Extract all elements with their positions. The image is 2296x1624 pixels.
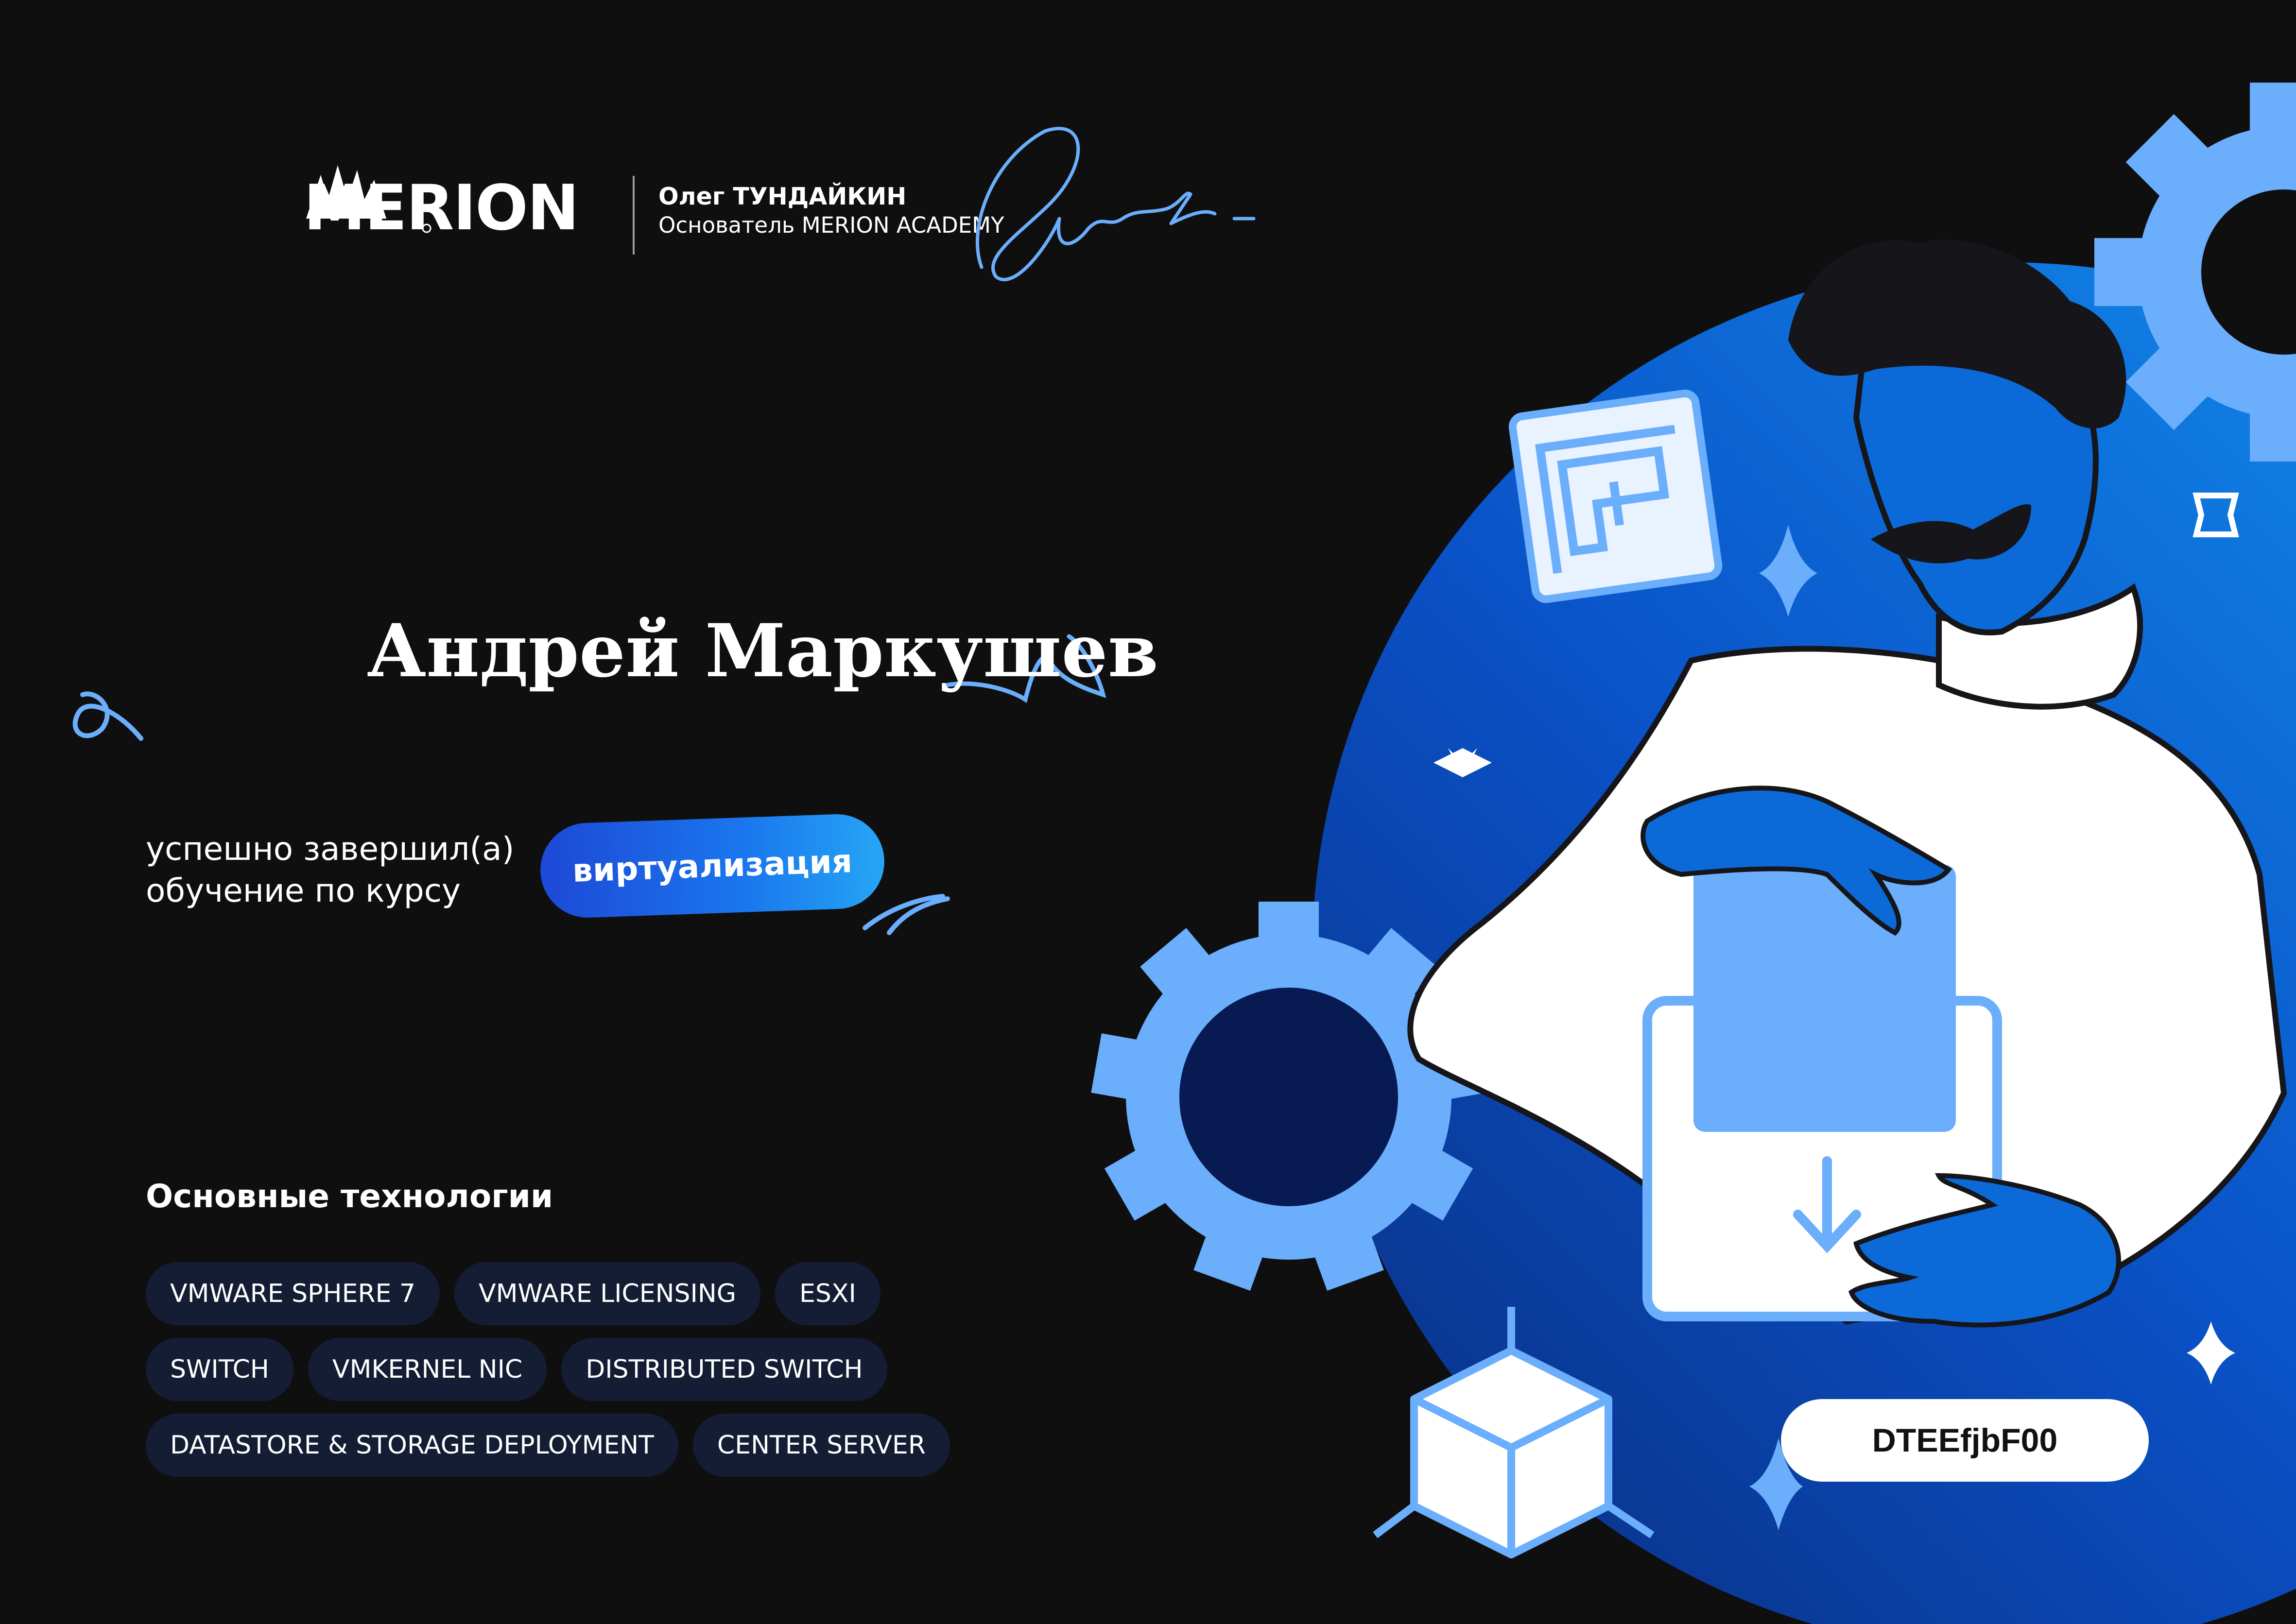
completion-text: успешно завершил(а) обучение по курсу	[146, 828, 514, 912]
tech-chip: VMWARE SPHERE 7	[146, 1262, 440, 1325]
tech-chip: VMWARE LICENSING	[454, 1262, 761, 1325]
completion-line-1: успешно завершил(а)	[146, 830, 515, 868]
logo-divider	[633, 176, 635, 255]
tech-chip: VMKERNEL NIC	[308, 1338, 547, 1401]
certificate-code-badge: DTEEfjbF00	[1781, 1399, 2149, 1482]
student-name: Андрей Маркушев	[367, 608, 1159, 694]
course-badge: виртуализация	[538, 812, 886, 920]
brand-logo-text: MERION	[304, 172, 579, 244]
technologies-row: DATASTORE & STORAGE DEPLOYMENT CENTER SE…	[146, 1414, 950, 1477]
signature-image	[976, 127, 1256, 281]
tech-chip: SWITCH	[146, 1338, 293, 1401]
founder-role: Основатель MERION ACADEMY	[658, 212, 1004, 238]
tech-chip: DISTRIBUTED SWITCH	[561, 1338, 887, 1401]
technologies-heading: Основные технологии	[146, 1178, 553, 1215]
founder-name: Олег ТУНДАЙКИН	[658, 183, 907, 210]
certificate-code: DTEEfjbF00	[1872, 1422, 2058, 1459]
tech-chip: DATASTORE & STORAGE DEPLOYMENT	[146, 1414, 678, 1477]
course-name: виртуализация	[571, 842, 853, 890]
technologies-row: VMWARE SPHERE 7 VMWARE LICENSING ESXI	[146, 1262, 880, 1325]
swirl-decoration	[72, 691, 143, 741]
tech-chip: CENTER SERVER	[692, 1414, 950, 1477]
tech-chip: ESXI	[775, 1262, 880, 1325]
accent-strokes	[863, 894, 950, 935]
completion-line-2: обучение по курсу	[146, 872, 461, 909]
technologies-row: SWITCH VMKERNEL NIC DISTRIBUTED SWITCH	[146, 1338, 887, 1401]
document-icon	[1693, 865, 1956, 1132]
network-icon	[1508, 389, 1723, 603]
